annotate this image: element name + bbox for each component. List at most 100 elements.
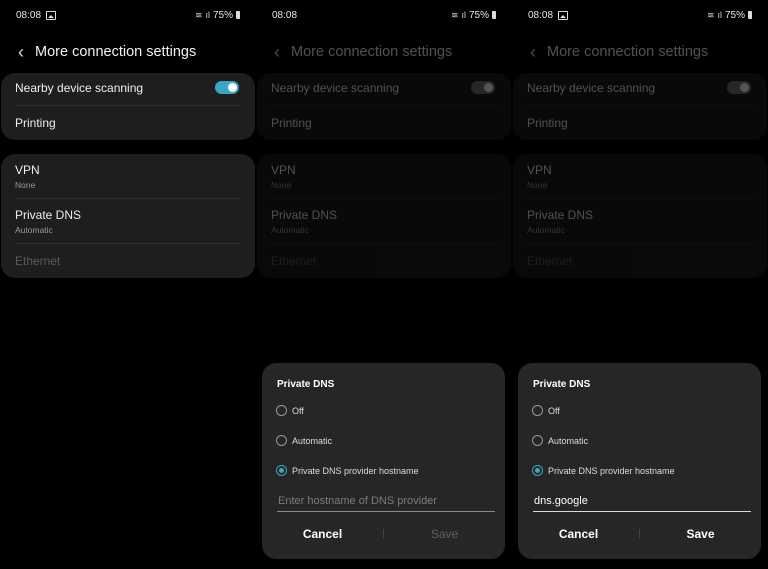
card-network: VPN None Private DNS Automatic Ethernet [513,154,767,278]
battery-icon [236,11,240,19]
save-button[interactable]: Save [384,526,505,542]
ethernet-label: Ethernet [527,254,573,268]
page-title: More connection settings [547,44,709,60]
row-nearby-scanning[interactable]: Nearby device scanning [15,81,241,95]
status-time: 08:08 [528,9,554,21]
radio-automatic[interactable] [276,435,287,446]
battery-icon [748,11,752,19]
back-arrow-icon[interactable]: ‹ [10,43,32,61]
cancel-button[interactable]: Cancel [518,526,639,542]
divider [271,105,497,106]
signal-icon: ıl [461,10,466,20]
nearby-toggle[interactable] [215,81,239,94]
option-automatic[interactable]: Automatic [532,435,588,446]
option-hostname-label: Private DNS provider hostname [548,465,675,476]
dialog-title: Private DNS [533,379,591,390]
header: ‹ More connection settings [266,40,452,64]
option-off[interactable]: Off [276,405,304,416]
dns-label: Private DNS [15,208,82,222]
battery-percent: 75% [468,9,489,21]
battery-percent: 75% [212,9,233,21]
card-network: VPN None Private DNS Automatic Ethernet [1,154,255,278]
nearby-label: Nearby device scanning [527,81,656,95]
nearby-toggle [471,81,495,94]
toggle-knob [484,83,493,92]
divider [271,198,497,199]
toggle-knob [228,83,237,92]
ethernet-label: Ethernet [271,254,317,268]
vpn-value: None [527,180,548,190]
row-private-dns: Private DNS Automatic [527,208,753,235]
option-automatic-label: Automatic [548,435,589,446]
toggle-knob [740,83,749,92]
private-dns-dialog: Private DNS Off Automatic Private DNS pr… [262,363,505,559]
divider [527,105,753,106]
wifi-icon: ≋ [706,9,715,20]
row-vpn[interactable]: VPN None [15,163,241,190]
card-connection: Nearby device scanning Printing [513,73,767,140]
radio-hostname[interactable] [276,465,287,476]
back-arrow-icon: ‹ [530,42,536,62]
vpn-label: VPN [15,163,40,177]
screen-dns-dialog-empty: 08:08 ≋ ıl 75% ‹ More connection setting… [256,0,512,569]
vpn-value: None [15,180,36,190]
option-off-label: Off [292,405,304,416]
divider [271,243,497,244]
divider [15,243,241,244]
radio-automatic[interactable] [532,435,543,446]
radio-off[interactable] [276,405,287,416]
signal-icon: ıl [717,10,722,20]
row-ethernet: Ethernet [15,254,241,268]
hostname-input[interactable] [533,490,751,512]
radio-hostname[interactable] [532,465,543,476]
nearby-label: Nearby device scanning [15,81,144,95]
row-private-dns: Private DNS Automatic [271,208,497,235]
header: ‹ More connection settings [522,40,708,64]
row-printing: Printing [271,116,497,130]
option-automatic[interactable]: Automatic [276,435,332,446]
vpn-value: None [271,180,292,190]
hostname-input[interactable] [277,490,495,512]
dns-label: Private DNS [527,208,594,222]
printing-label: Printing [527,116,568,130]
printing-label: Printing [15,116,56,130]
page-title: More connection settings [291,44,453,60]
back-arrow-icon: ‹ [274,42,280,62]
row-printing[interactable]: Printing [15,116,241,130]
option-hostname[interactable]: Private DNS provider hostname [276,465,419,476]
row-vpn: VPN None [271,163,497,190]
page-title: More connection settings [35,44,197,60]
divider [15,105,241,106]
dns-label: Private DNS [271,208,338,222]
card-connection: Nearby device scanning Printing [257,73,511,140]
radio-off[interactable] [532,405,543,416]
status-bar: 08:08 ≋ ıl 75% [528,8,752,22]
row-nearby-scanning: Nearby device scanning [271,81,497,95]
wifi-icon: ≋ [194,9,203,20]
vpn-label: VPN [527,163,552,177]
row-vpn: VPN None [527,163,753,190]
dialog-title: Private DNS [277,379,335,390]
dns-value: Automatic [527,225,565,235]
nearby-label: Nearby device scanning [271,81,400,95]
header: ‹ More connection settings [10,40,196,64]
dns-value: Automatic [271,225,309,235]
row-ethernet: Ethernet [527,254,753,268]
option-off-label: Off [548,405,560,416]
printing-label: Printing [271,116,312,130]
status-time: 08:08 [16,9,42,21]
gallery-icon [46,10,57,20]
row-nearby-scanning: Nearby device scanning [527,81,753,95]
divider [527,198,753,199]
save-button[interactable]: Save [640,526,761,542]
divider [527,243,753,244]
vpn-label: VPN [271,163,296,177]
cancel-button[interactable]: Cancel [262,526,383,542]
row-private-dns[interactable]: Private DNS Automatic [15,208,241,235]
option-hostname[interactable]: Private DNS provider hostname [532,465,675,476]
option-off[interactable]: Off [532,405,560,416]
dialog-buttons: Cancel Save [518,523,761,545]
option-hostname-label: Private DNS provider hostname [292,465,419,476]
row-ethernet: Ethernet [271,254,497,268]
status-bar: 08:08 ≋ ıl 75% [16,8,240,22]
